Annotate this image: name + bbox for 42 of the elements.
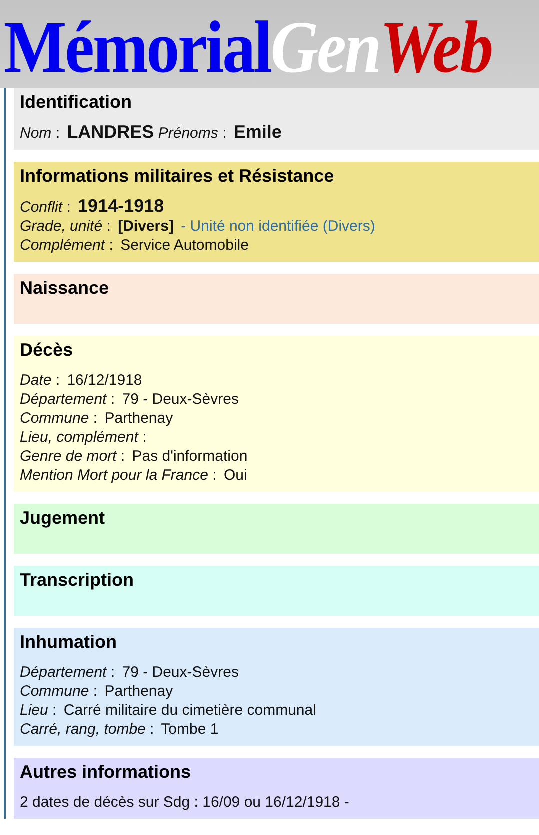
section-title: Transcription — [20, 569, 136, 591]
field-label: Nom : — [20, 125, 60, 142]
section-title: Informations militaires et Résistance — [20, 165, 336, 187]
section-title: Autres informations — [20, 761, 192, 783]
section-title: Décès — [20, 339, 74, 361]
field-label: Grade, unité : — [20, 218, 111, 235]
field-value: Emile — [234, 122, 282, 142]
field-value: Tombe 1 — [161, 721, 219, 738]
field-value: 79 - Deux-Sèvres — [122, 391, 239, 408]
field-label: Carré, rang, tombe : — [20, 721, 154, 738]
info-text: 2 dates de décès sur Sdg : 16/09 ou 16/12/1918 - — [20, 794, 350, 811]
logo-text: Gen — [270, 8, 380, 88]
field-value: Oui — [224, 467, 248, 484]
field-label: Commune : — [20, 683, 98, 700]
field-label: Lieu, complément : — [20, 429, 147, 446]
field-label: Mention Mort pour la France : — [20, 467, 217, 484]
field-value: LANDRES — [67, 122, 154, 142]
field-label: Lieu : — [20, 702, 57, 719]
field-label: Conflit : — [20, 199, 71, 216]
logo-text: Mémorial — [4, 8, 271, 88]
field-label: Commune : — [20, 410, 98, 427]
field-value: 1914-1918 — [78, 196, 164, 216]
section-title: Jugement — [20, 507, 106, 529]
field-value: [Divers] — [118, 218, 174, 235]
field-label: Prénoms : — [158, 125, 227, 142]
field-label: Département : — [20, 664, 116, 681]
field-label: Département : — [20, 391, 116, 408]
section-title: Naissance — [20, 277, 110, 299]
section-title: Identification — [20, 91, 133, 113]
field-value: Parthenay — [104, 683, 174, 700]
field-value: Parthenay — [104, 410, 174, 427]
unit-link[interactable]: - Unité non identifiée (Divers) — [181, 218, 376, 235]
field-value: 16/12/1918 — [67, 372, 142, 389]
field-value: Pas d'information — [132, 448, 248, 465]
field-value: 79 - Deux-Sèvres — [122, 664, 239, 681]
section-title: Inhumation — [20, 631, 118, 653]
logo-text: Web — [380, 8, 492, 88]
field-label: Complément : — [20, 237, 114, 254]
field-label: Date : — [20, 372, 60, 389]
field-label: Genre de mort : — [20, 448, 126, 465]
field-value: Service Automobile — [120, 237, 249, 254]
field-value: Carré militaire du cimetière communal — [64, 702, 316, 719]
